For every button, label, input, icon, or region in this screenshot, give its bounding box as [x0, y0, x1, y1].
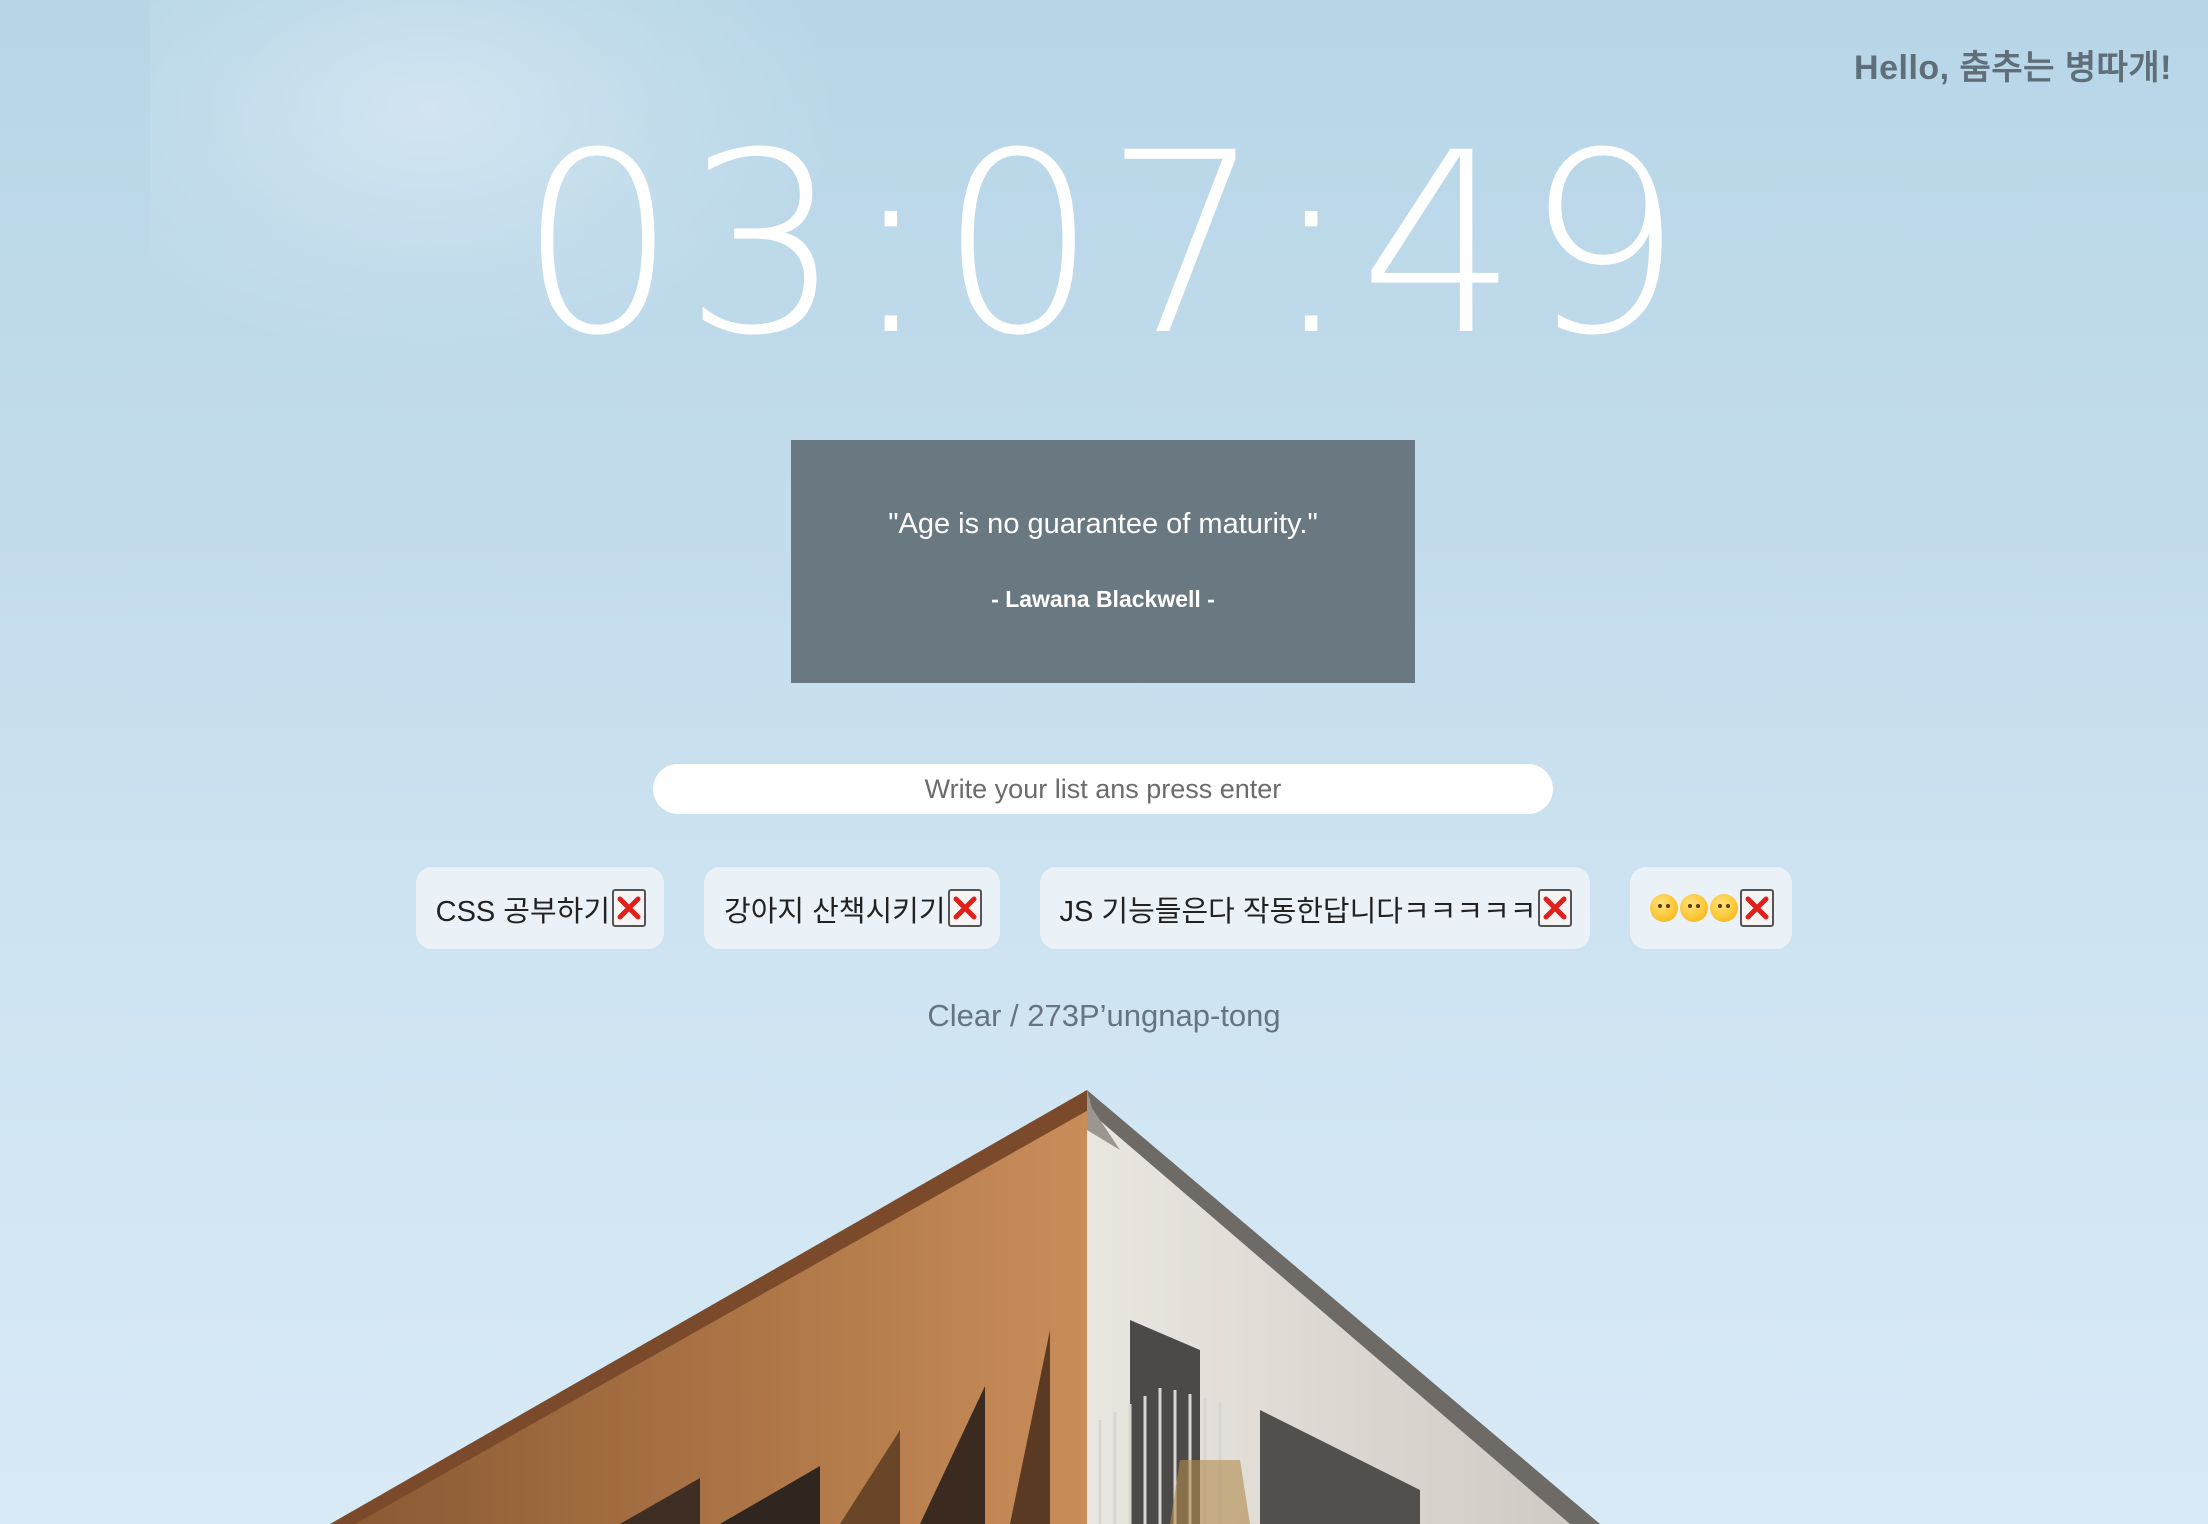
todo-list: CSS 공부하기 강아지 산책시키기 JS 기능들은다 작동한답니다ㅋㅋㅋㅋㅋ [0, 867, 2208, 949]
todo-item-label: CSS 공부하기 [435, 896, 611, 928]
footer-photo-credit: Clear / 273P’ungnap-tong [927, 998, 1281, 1033]
clock: 03:07:49 [518, 99, 1690, 390]
todo-item-label: 강아지 산책시키기 [724, 896, 946, 928]
todo-item [1630, 867, 1793, 949]
delete-button[interactable] [947, 889, 982, 927]
red-x-icon [1543, 896, 1567, 920]
todo-item: CSS 공부하기 [415, 867, 665, 949]
delete-button[interactable] [1740, 889, 1775, 927]
red-x-icon [953, 896, 977, 920]
red-x-icon [1745, 896, 1769, 920]
todo-item: JS 기능들은다 작동한답니다ㅋㅋㅋㅋㅋ [1039, 867, 1591, 949]
todo-item-emojis [1650, 894, 1739, 922]
quote-text: "Age is no guarantee of maturity." [888, 508, 1318, 540]
delete-button[interactable] [1538, 889, 1573, 927]
woozy-face-icon [1680, 894, 1709, 922]
quote-box: "Age is no guarantee of maturity." - Law… [791, 440, 1415, 683]
face-savoring-food-icon [1710, 894, 1739, 922]
delete-button[interactable] [612, 889, 647, 927]
todo-item: 강아지 산책시키기 [704, 867, 1000, 949]
greeting-text: Hello, 춤추는 병따개! [1854, 49, 2172, 87]
todo-item-label: JS 기능들은다 작동한답니다ㅋㅋㅋㅋㅋ [1059, 896, 1537, 928]
red-x-icon [617, 896, 641, 920]
quote-author: - Lawana Blackwell - [991, 586, 1215, 612]
yawning-face-icon [1650, 894, 1679, 922]
todo-input[interactable] [653, 764, 1553, 814]
building-image [330, 1090, 1600, 1524]
